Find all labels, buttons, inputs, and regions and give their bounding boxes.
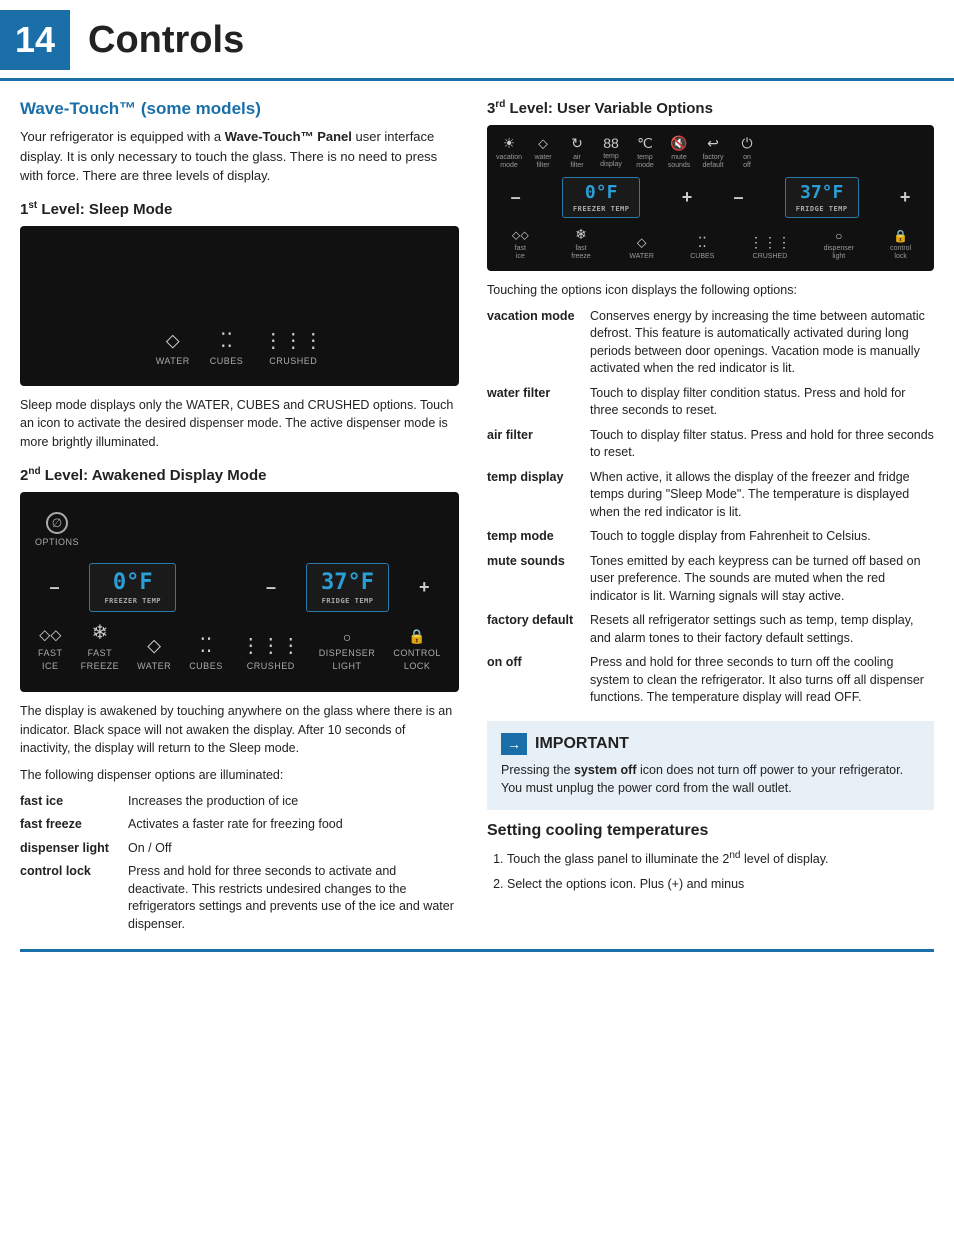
water-filter-item: water filter Touch to display filter con… bbox=[487, 385, 934, 420]
mute-sounds-icon: 🔇 mutesounds bbox=[665, 135, 693, 169]
level1-heading: 1st Level: Sleep Mode bbox=[20, 200, 459, 218]
third-bot-icons: ⬦⬦ fastice ❄ fastfreeze ⬦ WATER ⁚⁚ CUBES… bbox=[495, 226, 926, 260]
vacation-mode-item: vacation mode Conserves energy by increa… bbox=[487, 308, 934, 378]
air-filter-icon: ↻ airfilter bbox=[563, 135, 591, 169]
dispenser-light-item: dispenser light On / Off bbox=[20, 840, 459, 858]
fridge-temp: 37°F FRIDGE TEMP bbox=[306, 563, 389, 612]
cooling-steps: Touch the glass panel to illuminate the … bbox=[487, 848, 934, 894]
third-mid-row: – 0°F FREEZER TEMP + – 37°F FRIDGE TEMP … bbox=[495, 177, 926, 218]
touch-desc: Touching the options icon displays the f… bbox=[487, 281, 934, 300]
left-column: Wave-Touch™ (some models) Your refrigera… bbox=[20, 99, 477, 939]
on-off-icon: ⏻ onoff bbox=[733, 135, 761, 169]
water-icon-2: ⬦ WATER bbox=[137, 635, 171, 671]
mute-sounds-item: mute sounds Tones emitted by each keypre… bbox=[487, 553, 934, 606]
page-header: 14 Controls bbox=[0, 0, 954, 81]
cubes-icon-2: ⁚⁚ CUBES bbox=[189, 633, 223, 671]
control-lock-icon: 🔒 control lock bbox=[393, 628, 441, 671]
temp-display-icon: 88 tempdisplay bbox=[597, 135, 625, 168]
level2-heading: 2nd Level: Awakened Display Mode bbox=[20, 466, 459, 484]
sleep-desc: Sleep mode displays only the WATER, CUBE… bbox=[20, 396, 459, 452]
ctrl-lock-icon-3: 🔒 controllock bbox=[887, 229, 915, 260]
cooling-step-1: Touch the glass panel to illuminate the … bbox=[507, 848, 934, 869]
awakened-desc1: The display is awakened by touching anyw… bbox=[20, 702, 459, 758]
factory-default-item: factory default Resets all refrigerator … bbox=[487, 612, 934, 647]
cubes-icon-3: ⁚⁚ CUBES bbox=[688, 234, 716, 261]
crushed-icon-3: ⋮⋮⋮ CRUSHED bbox=[749, 234, 791, 261]
disp-light-icon-3: ○ dispenserlight bbox=[824, 229, 854, 260]
options-list: vacation mode Conserves energy by increa… bbox=[487, 308, 934, 707]
page-footer-line bbox=[20, 949, 934, 952]
page-number: 14 bbox=[0, 10, 70, 70]
factory-default-icon: ↩ factorydefault bbox=[699, 135, 727, 169]
options-icon: ∅ options bbox=[35, 512, 79, 547]
sleep-mode-panel: ⬦ WATER ⁚⁚ CUBES ⋮⋮⋮ CRUSHED bbox=[20, 226, 459, 386]
dispenser-light-icon: ○ dispenser light bbox=[319, 629, 376, 671]
vacation-mode-icon: ☀ vacationmode bbox=[495, 135, 523, 169]
fast-ice-icon-3: ⬦⬦ fastice bbox=[506, 228, 534, 260]
crushed-icon: ⋮⋮⋮ CRUSHED bbox=[263, 328, 323, 366]
dispenser-list: fast ice Increases the production of ice… bbox=[20, 793, 459, 934]
awakened-desc2: The following dispenser options are illu… bbox=[20, 766, 459, 785]
important-heading: → IMPORTANT bbox=[501, 733, 920, 755]
arrow-icon: → bbox=[501, 733, 527, 755]
third-fridge-temp: 37°F FRIDGE TEMP bbox=[785, 177, 859, 218]
water-icon-3: ⬦ WATER bbox=[628, 234, 656, 261]
level3-heading: 3rd Level: User Variable Options bbox=[487, 99, 934, 117]
cooling-heading: Setting cooling temperatures bbox=[487, 822, 934, 840]
water-icon: ⬦ WATER bbox=[156, 330, 190, 366]
control-lock-item: control lock Press and hold for three se… bbox=[20, 863, 459, 933]
freezer-temp: 0°F FREEZER TEMP bbox=[89, 563, 176, 612]
wave-touch-heading: Wave-Touch™ (some models) bbox=[20, 99, 459, 119]
awakened-panel: ∅ options – 0°F FREEZER TEMP – 37°F FRID… bbox=[20, 492, 459, 692]
right-column: 3rd Level: User Variable Options ☀ vacat… bbox=[477, 99, 934, 939]
fast-freeze-icon: ❄ fast freeze bbox=[81, 620, 120, 671]
fast-freeze-item: fast freeze Activates a faster rate for … bbox=[20, 816, 459, 834]
fast-freeze-icon-3: ❄ fastfreeze bbox=[567, 226, 595, 260]
important-box: → IMPORTANT Pressing the system off icon… bbox=[487, 721, 934, 811]
water-filter-icon: ⬦ waterfilter bbox=[529, 135, 557, 169]
fast-ice-icon: ⬦⬦ fast ice bbox=[38, 627, 63, 671]
crushed-icon-2: ⋮⋮⋮ CRUSHED bbox=[241, 633, 301, 671]
main-content: Wave-Touch™ (some models) Your refrigera… bbox=[0, 81, 954, 949]
cooling-step-2: Select the options icon. Plus (+) and mi… bbox=[507, 875, 934, 894]
cubes-icon: ⁚⁚ CUBES bbox=[210, 328, 244, 366]
third-freezer-temp: 0°F FREEZER TEMP bbox=[562, 177, 641, 218]
third-level-panel: ☀ vacationmode ⬦ waterfilter ↻ airfilter… bbox=[487, 125, 934, 271]
temp-display-item: temp display When active, it allows the … bbox=[487, 469, 934, 522]
intro-text: Your refrigerator is equipped with a Wav… bbox=[20, 127, 459, 186]
fast-ice-item: fast ice Increases the production of ice bbox=[20, 793, 459, 811]
sleep-icon-row: ⬦ WATER ⁚⁚ CUBES ⋮⋮⋮ CRUSHED bbox=[156, 328, 324, 366]
page-title: Controls bbox=[88, 19, 244, 62]
third-top-icons: ☀ vacationmode ⬦ waterfilter ↻ airfilter… bbox=[495, 135, 926, 169]
air-filter-item: air filter Touch to display filter statu… bbox=[487, 427, 934, 462]
temp-row: – 0°F FREEZER TEMP – 37°F FRIDGE TEMP + bbox=[49, 563, 429, 612]
important-text: Pressing the system off icon does not tu… bbox=[501, 761, 920, 799]
temp-mode-item: temp mode Touch to toggle display from F… bbox=[487, 528, 934, 546]
on-off-item: on off Press and hold for three seconds … bbox=[487, 654, 934, 707]
temp-mode-icon: ℃ tempmode bbox=[631, 135, 659, 169]
awakened-icon-row: ⬦⬦ fast ice ❄ fast freeze ⬦ WATER ⁚⁚ CUB… bbox=[35, 620, 444, 671]
